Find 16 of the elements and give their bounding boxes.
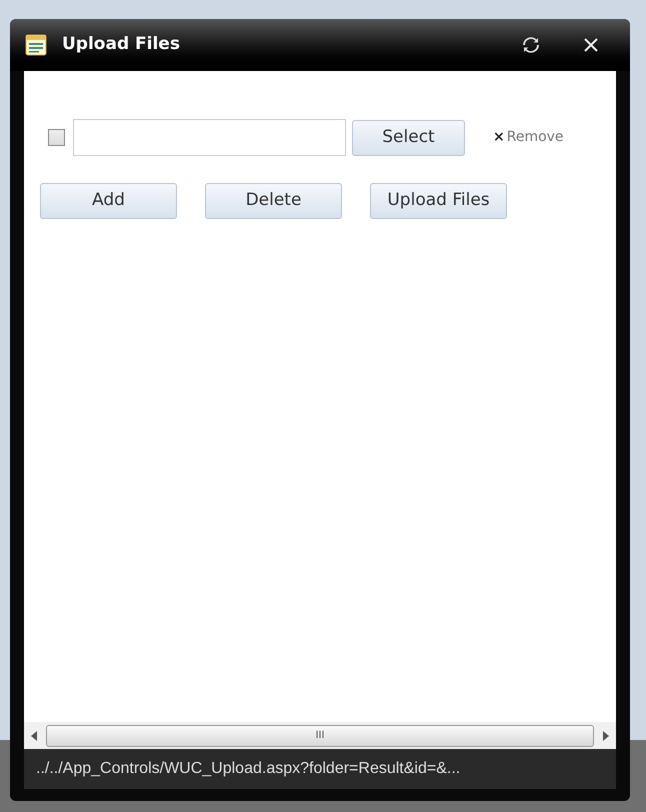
- notepad-icon: [24, 33, 48, 57]
- checkbox[interactable]: [48, 129, 65, 146]
- refresh-icon[interactable]: [522, 36, 540, 54]
- action-button[interactable]: Add: [40, 183, 177, 219]
- scroll-right-icon[interactable]: [602, 730, 610, 740]
- remove-link[interactable]: ×Remove: [493, 127, 564, 148]
- close-icon[interactable]: [584, 38, 598, 52]
- horizontal-scrollbar[interactable]: III: [24, 722, 616, 749]
- scroll-left-icon[interactable]: [30, 730, 38, 740]
- action-button[interactable]: Upload Files: [370, 183, 507, 219]
- action-button[interactable]: Delete: [205, 183, 342, 219]
- file-path-field[interactable]: [73, 119, 346, 156]
- status-bar-text: ../../App_Controls/WUC_Upload.aspx?folder=Result&id=&...: [36, 759, 460, 779]
- window-title: Upload Files: [62, 33, 181, 56]
- scrollbar-thumb[interactable]: III: [46, 724, 594, 746]
- select-button[interactable]: Select: [352, 120, 465, 156]
